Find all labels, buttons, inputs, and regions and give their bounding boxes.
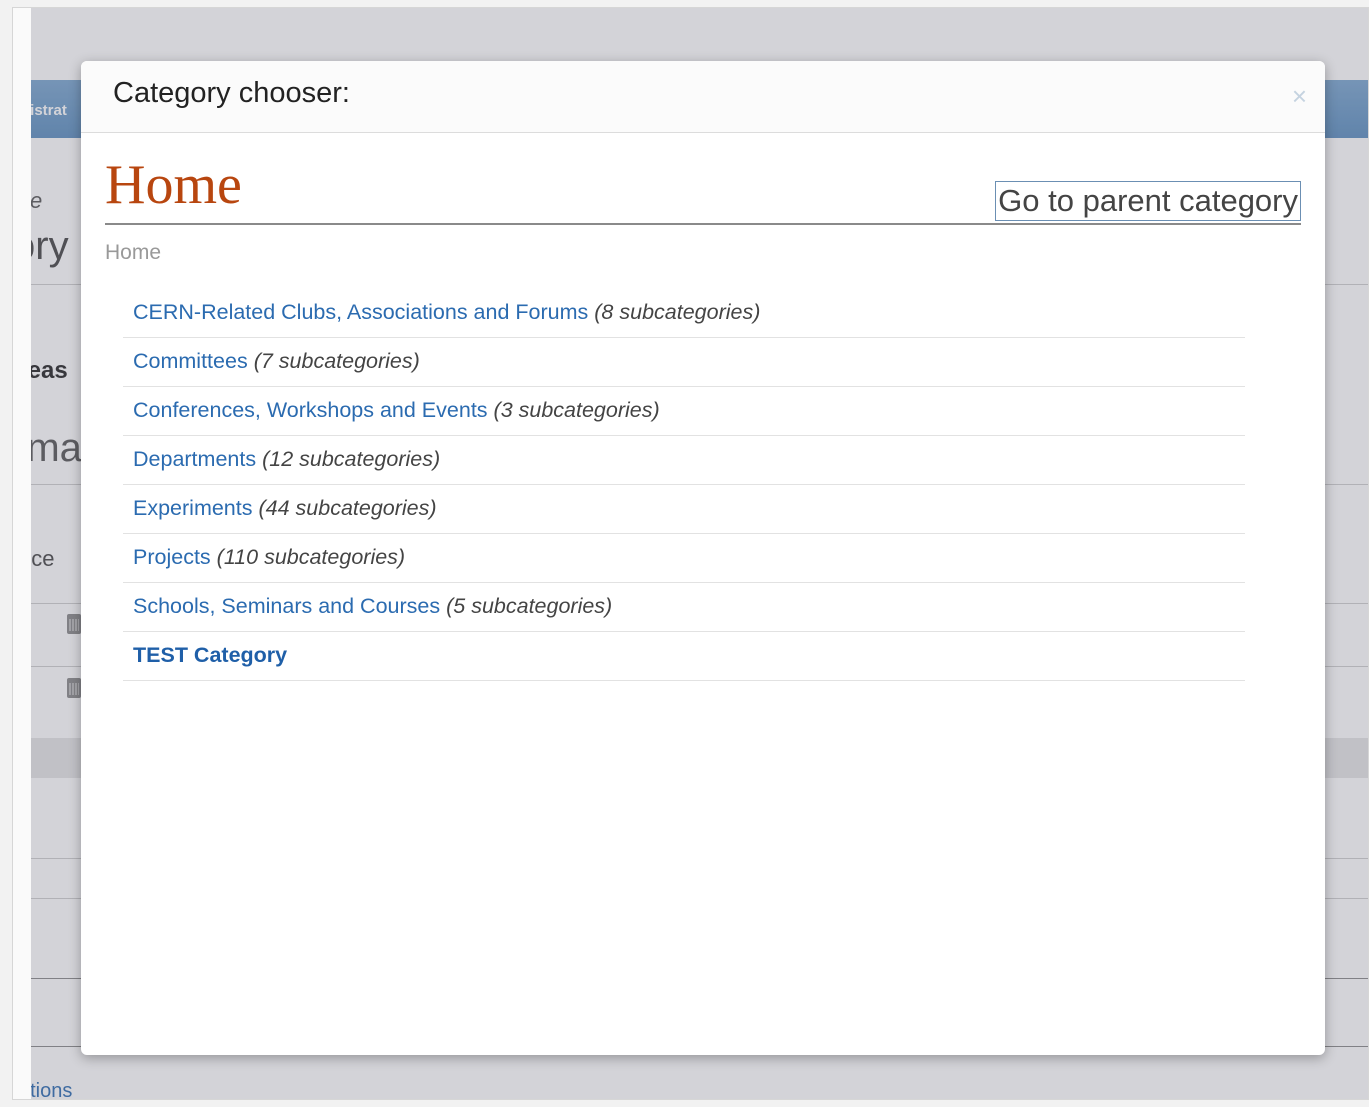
category-link[interactable]: Departments (133, 447, 256, 471)
category-list-item: Projects (110 subcategories) (123, 534, 1245, 583)
category-title: Home (105, 154, 242, 216)
subcategory-count: (8 subcategories) (594, 300, 761, 324)
category-list-item: CERN-Related Clubs, Associations and For… (123, 289, 1245, 338)
category-link[interactable]: TEST Category (133, 643, 287, 667)
subcategory-count: (7 subcategories) (253, 349, 420, 373)
modal-header: Category chooser: × (81, 61, 1325, 133)
category-list: CERN-Related Clubs, Associations and For… (123, 289, 1245, 681)
modal-title: Category chooser: (113, 77, 350, 109)
category-list-item: Committees (7 subcategories) (123, 338, 1245, 387)
browser-frame: nistrat ce ory leas rma nce ations Categ… (12, 7, 1369, 1100)
subcategory-count: (110 subcategories) (216, 545, 406, 569)
breadcrumb[interactable]: Home (105, 241, 161, 265)
category-header: Home Go to parent category (105, 147, 1301, 225)
subcategory-count: (44 subcategories) (258, 496, 437, 520)
category-list-item: Schools, Seminars and Courses (5 subcate… (123, 583, 1245, 632)
subcategory-count: (12 subcategories) (262, 447, 441, 471)
category-list-item: Experiments (44 subcategories) (123, 485, 1245, 534)
category-link[interactable]: Schools, Seminars and Courses (133, 594, 440, 618)
subcategory-count: (5 subcategories) (446, 594, 613, 618)
subcategory-count: (3 subcategories) (493, 398, 660, 422)
category-link[interactable]: Projects (133, 545, 211, 569)
left-strip (13, 8, 31, 1099)
category-list-item: Departments (12 subcategories) (123, 436, 1245, 485)
category-list-item: Conferences, Workshops and Events (3 sub… (123, 387, 1245, 436)
category-chooser-modal: Category chooser: × Home Go to parent ca… (81, 61, 1325, 1055)
category-list-item: TEST Category (123, 632, 1245, 681)
close-icon[interactable]: × (1292, 83, 1307, 109)
category-link[interactable]: Committees (133, 349, 248, 373)
go-to-parent-button[interactable]: Go to parent category (995, 181, 1301, 221)
category-link[interactable]: Experiments (133, 496, 253, 520)
category-link[interactable]: CERN-Related Clubs, Associations and For… (133, 300, 588, 324)
category-link[interactable]: Conferences, Workshops and Events (133, 398, 488, 422)
